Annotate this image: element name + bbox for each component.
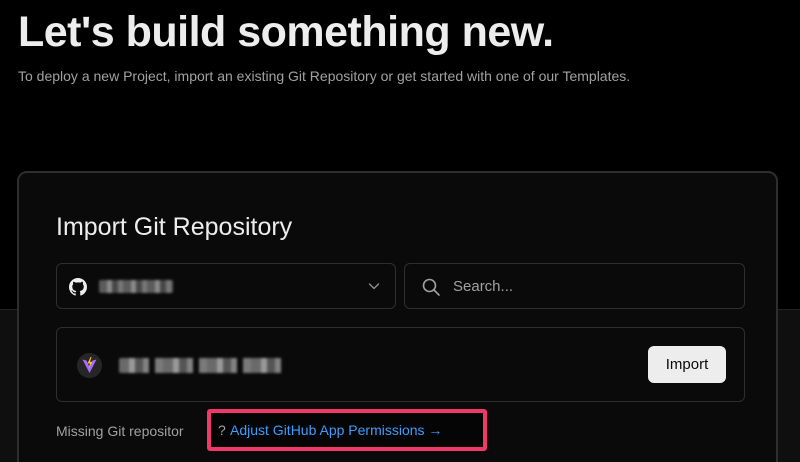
repository-name: ████████ ██████ [119, 358, 285, 373]
highlight-annotation: ? Adjust GitHub App Permissions → [207, 409, 487, 451]
page-subtitle: To deploy a new Project, import an exist… [18, 68, 631, 84]
import-git-repository-card: Import Git Repository ████████ ███ [17, 171, 778, 462]
repository-list-item: ████████ ██████ Import [56, 327, 745, 402]
repository-search[interactable] [404, 263, 745, 309]
git-account-select[interactable]: ████████ [56, 263, 396, 309]
chevron-down-icon [368, 283, 380, 290]
github-icon [69, 278, 87, 296]
vite-icon [77, 353, 102, 378]
adjust-github-permissions-link[interactable]: Adjust GitHub App Permissions → [230, 422, 442, 438]
card-title: Import Git Repository [56, 213, 293, 241]
import-button[interactable]: Import [648, 346, 726, 383]
selected-account-name: ████████ [99, 280, 173, 293]
import-project-page: Let's build something new. To deploy a n… [0, 0, 800, 462]
question-mark: ? [218, 422, 226, 438]
missing-repository-label: Missing Git repositor [56, 423, 184, 439]
search-icon [422, 278, 440, 296]
search-input[interactable] [453, 272, 733, 300]
page-title: Let's build something new. [18, 8, 554, 56]
